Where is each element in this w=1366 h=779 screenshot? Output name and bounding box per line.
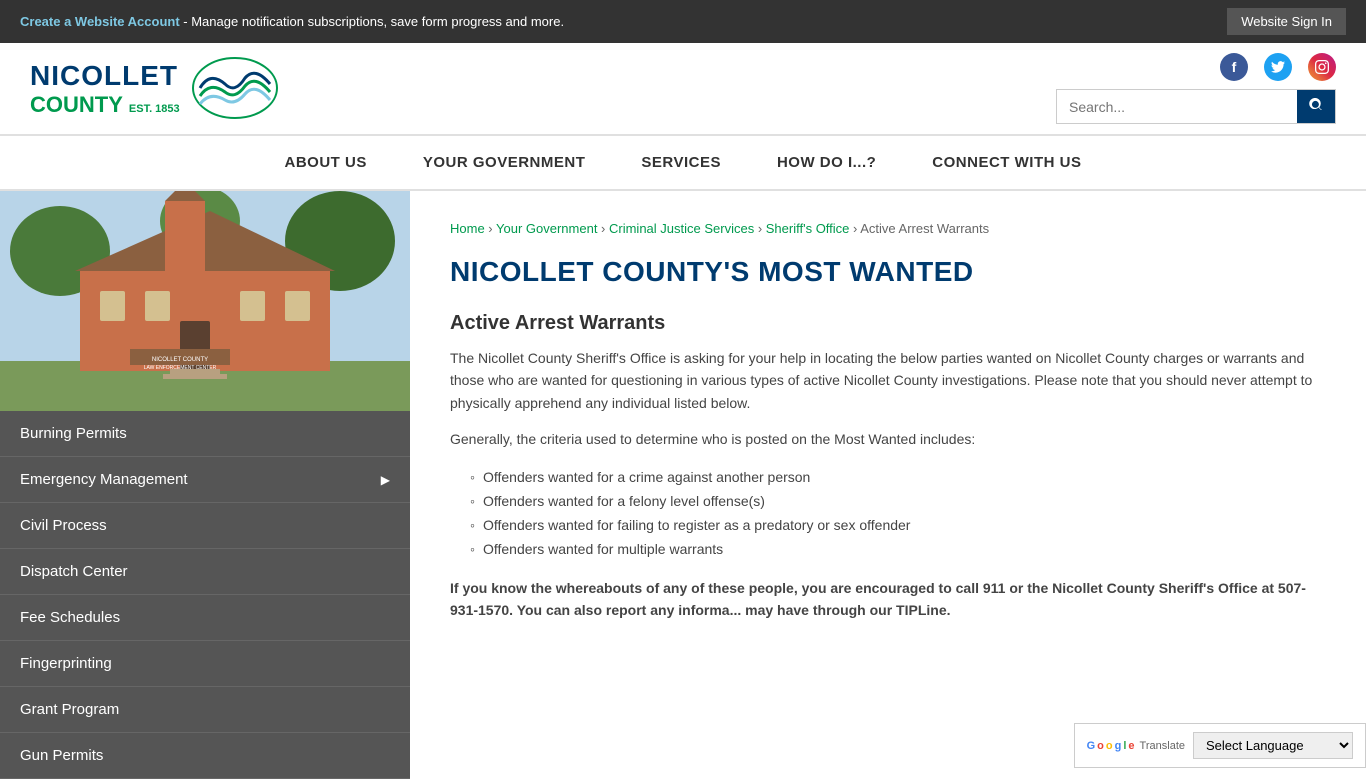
sidebar-item-fingerprinting[interactable]: Fingerprinting [0, 641, 410, 686]
breadcrumb-link[interactable]: Criminal Justice Services [609, 221, 754, 236]
expand-arrow-icon: ▶ [381, 473, 390, 487]
sidebar-menu: Burning Permits Emergency Management ▶ Civi… [0, 411, 410, 779]
criteria-list: Offenders wanted for a crime against ano… [470, 465, 1326, 561]
breadcrumb-link[interactable]: Home [450, 221, 485, 236]
criteria-intro: Generally, the criteria used to determin… [450, 428, 1326, 450]
nav-item-about-us[interactable]: ABOUT US [257, 136, 395, 189]
sidebar-item-emergency-management[interactable]: Emergency Management ▶ [0, 457, 410, 502]
sidebar-item-label: Civil Process [20, 517, 107, 534]
sidebar-item-dispatch-center[interactable]: Dispatch Center [0, 549, 410, 594]
translate-label-text: Translate [1140, 740, 1185, 752]
building-image: NICOLLET COUNTY LAW ENFORCEMENT CENTER [0, 191, 410, 411]
main-nav: ABOUT USYOUR GOVERNMENTSERVICESHOW DO I.… [0, 134, 1366, 191]
sidebar-item-label: Fee Schedules [20, 609, 120, 626]
nav-item-how-do-i[interactable]: HOW DO I...? [749, 136, 904, 189]
top-bar-message: Create a Website Account - Manage notifi… [20, 14, 564, 29]
svg-text:NICOLLET COUNTY: NICOLLET COUNTY [152, 357, 208, 363]
sidebar-item-label: Dispatch Center [20, 563, 128, 580]
social-icons: f [1220, 53, 1336, 85]
sidebar: NICOLLET COUNTY LAW ENFORCEMENT CENTER B… [0, 191, 410, 779]
sidebar-item-label: Fingerprinting [20, 655, 112, 672]
content-area: Home › Your Government › Criminal Justic… [410, 191, 1366, 779]
sidebar-item-fee-schedules[interactable]: Fee Schedules [0, 595, 410, 640]
sidebar-item-civil-process[interactable]: Civil Process [0, 503, 410, 548]
sidebar-item-label: Grant Program [20, 701, 119, 718]
logo-text: NICOLLET COUNTY EST. 1853 [30, 59, 180, 119]
header: NICOLLET COUNTY EST. 1853 f [0, 43, 1366, 134]
criteria-item: Offenders wanted for multiple warrants [470, 537, 1326, 561]
translate-bar: Google Translate Select Language [1074, 723, 1366, 768]
breadcrumb-link[interactable]: Your Government [496, 221, 597, 236]
breadcrumb-separator: › [849, 221, 860, 236]
sidebar-item-label: Burning Permits [20, 425, 127, 442]
nav-item-services[interactable]: SERVICES [613, 136, 749, 189]
sidebar-item-burning-permits[interactable]: Burning Permits [0, 411, 410, 456]
logo-nicollet: NICOLLET [30, 59, 180, 93]
breadcrumb-separator: › [485, 221, 496, 236]
google-logo: Google Translate [1087, 740, 1185, 752]
building-svg: NICOLLET COUNTY LAW ENFORCEMENT CENTER [0, 191, 410, 411]
nav-item-your-government[interactable]: YOUR GOVERNMENT [395, 136, 614, 189]
sidebar-item-label: Emergency Management [20, 471, 188, 488]
criteria-item: Offenders wanted for a felony level offe… [470, 489, 1326, 513]
instagram-icon[interactable] [1308, 53, 1336, 81]
logo-est: EST. 1853 [129, 103, 180, 116]
criteria-item: Offenders wanted for a crime against ano… [470, 465, 1326, 489]
nav-item-connect-with-us[interactable]: CONNECT WITH US [904, 136, 1109, 189]
logo-area: NICOLLET COUNTY EST. 1853 [30, 56, 280, 121]
breadcrumb-current: Active Arrest Warrants [860, 221, 989, 236]
search-input[interactable] [1057, 91, 1297, 123]
breadcrumb: Home › Your Government › Criminal Justic… [450, 221, 1326, 236]
language-select[interactable]: Select Language [1193, 732, 1353, 759]
page-title: NICOLLET COUNTY'S MOST WANTED [450, 256, 1326, 288]
sidebar-item-gun-permits[interactable]: Gun Permits [0, 733, 410, 778]
intro-paragraph: The Nicollet County Sheriff's Office is … [450, 347, 1326, 414]
section-title: Active Arrest Warrants [450, 312, 1326, 335]
create-account-link[interactable]: Create a Website Account [20, 14, 180, 29]
header-right: f [1056, 53, 1336, 124]
breadcrumb-separator: › [597, 221, 609, 236]
criteria-item: Offenders wanted for failing to register… [470, 513, 1326, 537]
sidebar-item-label: Gun Permits [20, 747, 103, 764]
call-to-action: If you know the whereabouts of any of th… [450, 577, 1326, 622]
twitter-icon[interactable] [1264, 53, 1292, 81]
main-layout: NICOLLET COUNTY LAW ENFORCEMENT CENTER B… [0, 191, 1366, 779]
sidebar-item-grant-program[interactable]: Grant Program [0, 687, 410, 732]
top-bar-text: - Manage notification subscriptions, sav… [183, 14, 564, 29]
logo-icon [190, 56, 280, 121]
search-button[interactable] [1297, 90, 1335, 123]
breadcrumb-separator: › [754, 221, 766, 236]
breadcrumb-link[interactable]: Sheriff's Office [766, 221, 850, 236]
sign-in-button[interactable]: Website Sign In [1227, 8, 1346, 35]
top-bar: Create a Website Account - Manage notifi… [0, 0, 1366, 43]
search-area [1056, 89, 1336, 124]
facebook-icon[interactable]: f [1220, 53, 1248, 81]
logo-county: COUNTY [30, 92, 123, 118]
